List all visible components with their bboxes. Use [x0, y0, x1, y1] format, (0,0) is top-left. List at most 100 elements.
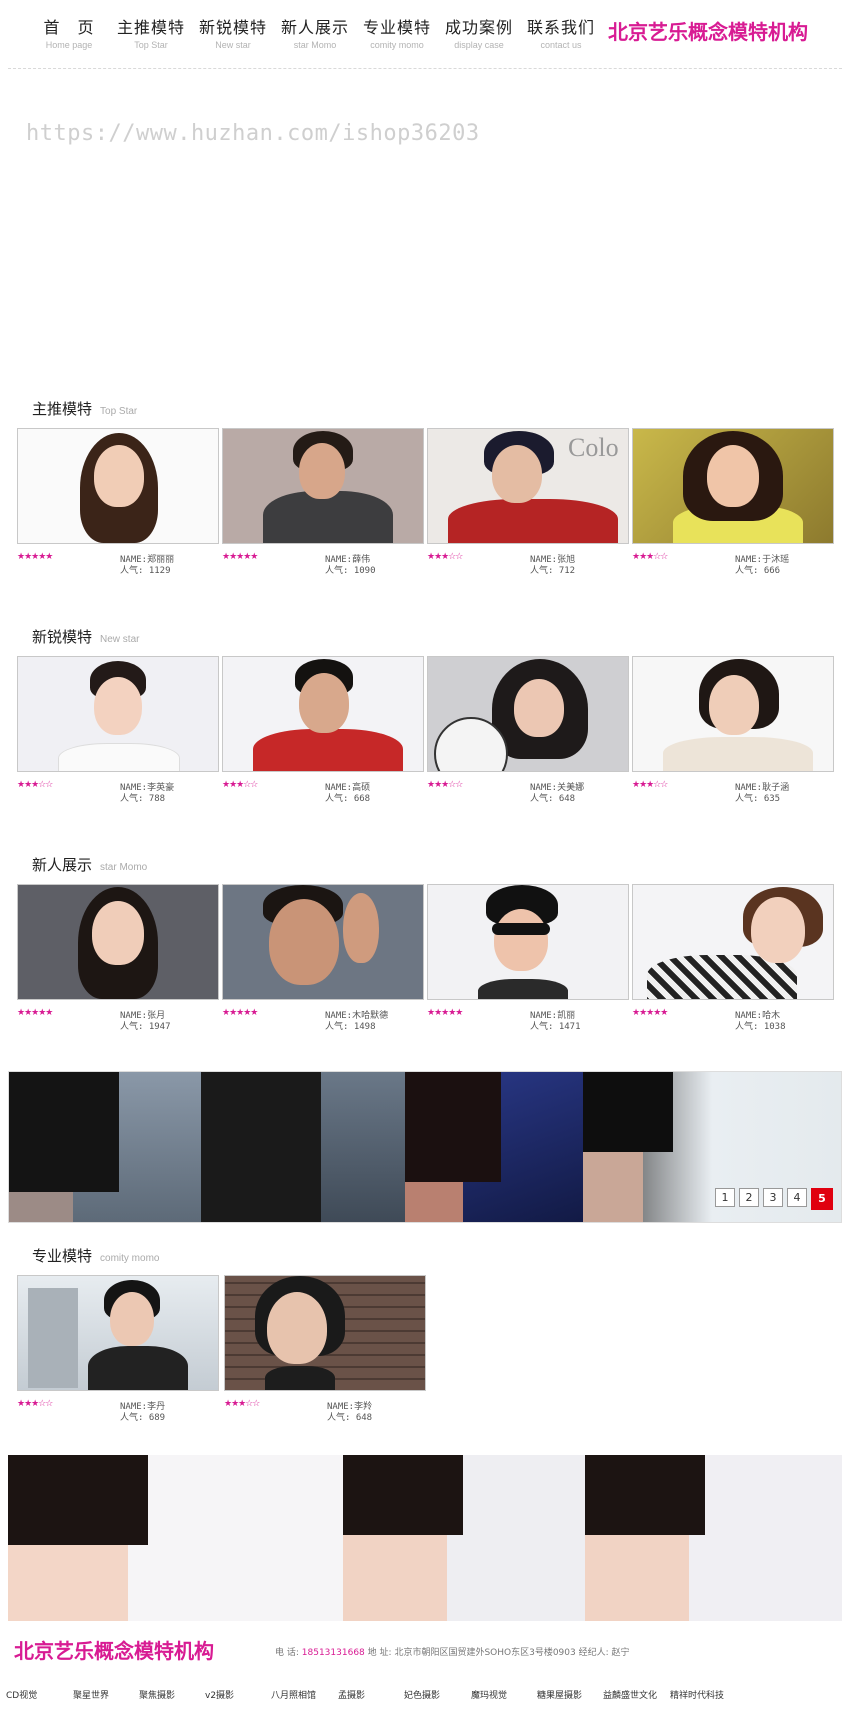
- model-meta: ★★★☆☆ NAME:高硕 人气: 668: [222, 780, 424, 810]
- agent-label: 经纪人:: [578, 1648, 609, 1658]
- model-photo[interactable]: [17, 1275, 219, 1391]
- section-subtitle: Top Star: [100, 406, 138, 417]
- model-card[interactable]: ★★★☆☆ NAME:李羚 人气: 648: [224, 1275, 426, 1429]
- nav-sublabel: Home page: [45, 40, 93, 50]
- model-card[interactable]: ★★★☆☆ NAME:关美娜 人气: 648: [427, 656, 629, 810]
- nav-home[interactable]: 首 页 Home page: [28, 18, 110, 52]
- model-meta: ★★★★★ NAME:郑丽丽 人气: 1129: [17, 552, 219, 582]
- friend-link[interactable]: 八月照相馆: [271, 1688, 338, 1701]
- model-meta: ★★★☆☆ NAME:李丹 人气: 689: [17, 1399, 219, 1429]
- friend-link[interactable]: 精祥时代科技: [670, 1688, 736, 1701]
- nav-top-star[interactable]: 主推模特 Top Star: [110, 18, 192, 52]
- model-card[interactable]: ★★★★★ NAME:郑丽丽 人气: 1129: [17, 428, 219, 582]
- model-card[interactable]: ★★★☆☆ NAME:于沐瑶 人气: 666: [632, 428, 834, 582]
- site-header: 首 页 Home page 主推模特 Top Star 新锐模特 New star 新…: [0, 0, 850, 70]
- friend-link[interactable]: 益麟盛世文化: [603, 1688, 670, 1701]
- model-card[interactable]: ★★★☆☆ NAME:李丹 人气: 689: [17, 1275, 219, 1429]
- model-photo[interactable]: [632, 428, 834, 544]
- banner-photo: [585, 1455, 842, 1621]
- model-cards: ★★★★★ NAME:张月 人气: 1947 ★★★★★ NAME:木哈默德 人…: [17, 884, 837, 1038]
- model-photo[interactable]: [17, 656, 219, 772]
- model-popularity: 人气: 666: [735, 566, 781, 576]
- model-card[interactable]: ★★★☆☆ NAME:高硕 人气: 668: [222, 656, 424, 810]
- section-star-momo: 新人展示 star Momo ★★★★★ NAME:张月 人气: 1947 ★★★…: [0, 854, 850, 1044]
- model-photo[interactable]: Colo: [427, 428, 629, 544]
- model-card[interactable]: ★★★★★ NAME:木哈默德 人气: 1498: [222, 884, 424, 1038]
- pager-page-4[interactable]: 4: [787, 1188, 807, 1207]
- model-popularity: 人气: 648: [327, 1413, 373, 1423]
- rating-stars: ★★★★★: [222, 552, 258, 562]
- phone-label: 电 话:: [275, 1648, 299, 1658]
- model-popularity: 人气: 668: [325, 794, 371, 804]
- model-photo[interactable]: [17, 428, 219, 544]
- model-card[interactable]: Colo ★★★☆☆ NAME:张旭 人气: 712: [427, 428, 629, 582]
- model-cards: ★★★☆☆ NAME:李丹 人气: 689 ★★★☆☆ NAME:李羚 人气: …: [17, 1275, 429, 1429]
- rating-stars: ★★★☆☆: [427, 780, 463, 790]
- friend-link[interactable]: CD视觉: [6, 1688, 73, 1701]
- pager-page-1[interactable]: 1: [715, 1188, 735, 1207]
- section-title-text: 主推模特: [32, 400, 93, 418]
- model-popularity: 人气: 1498: [325, 1022, 376, 1032]
- pager-page-5-active[interactable]: 5: [811, 1188, 833, 1210]
- section-title: 新锐模特 New star: [32, 626, 139, 647]
- pager-page-3[interactable]: 3: [763, 1188, 783, 1207]
- model-photo[interactable]: [632, 656, 834, 772]
- fashion-banner-slider[interactable]: 1 2 3 4 5: [8, 1071, 842, 1223]
- brand-logo[interactable]: 北京艺乐概念模特机构: [608, 16, 808, 45]
- model-meta: ★★★☆☆ NAME:于沐瑶 人气: 666: [632, 552, 834, 582]
- nav-star-momo[interactable]: 新人展示 star Momo: [274, 18, 356, 52]
- footer-contact-info: 电 话: 18513131668 地 址: 北京市朝阳区国贸建外SOHO东区3号…: [275, 1645, 630, 1658]
- rating-stars: ★★★★★: [222, 1008, 258, 1018]
- nav-label: 专业模特: [362, 18, 431, 37]
- model-card[interactable]: ★★★☆☆ NAME:李英豪 人气: 788: [17, 656, 219, 810]
- nav-label: 新人展示: [280, 18, 349, 37]
- model-photo[interactable]: [222, 884, 424, 1000]
- model-meta: ★★★☆☆ NAME:关美娜 人气: 648: [427, 780, 629, 810]
- section-title: 新人展示 star Momo: [32, 854, 147, 875]
- model-photo[interactable]: [222, 656, 424, 772]
- model-meta: ★★★★★ NAME:哈木 人气: 1038: [632, 1008, 834, 1038]
- friend-link[interactable]: 魔玛视觉: [471, 1688, 537, 1701]
- nav-comity-momo[interactable]: 专业模特 comity momo: [356, 18, 438, 52]
- model-meta: ★★★★★ NAME:薛伟 人气: 1090: [222, 552, 424, 582]
- rating-stars: ★★★★★: [17, 1008, 53, 1018]
- model-popularity: 人气: 635: [735, 794, 781, 804]
- model-photo[interactable]: [427, 656, 629, 772]
- model-card[interactable]: ★★★☆☆ NAME:耿子涵 人气: 635: [632, 656, 834, 810]
- nav-label: 新锐模特: [198, 18, 267, 37]
- rating-stars: ★★★★★: [632, 1008, 668, 1018]
- nav-new-star[interactable]: 新锐模特 New star: [192, 18, 274, 52]
- friend-link[interactable]: 聚焦摄影: [139, 1688, 205, 1701]
- model-meta: ★★★☆☆ NAME:李英豪 人气: 788: [17, 780, 219, 810]
- section-title: 主推模特 Top Star: [32, 398, 137, 419]
- model-card[interactable]: ★★★★★ NAME:薛伟 人气: 1090: [222, 428, 424, 582]
- rating-stars: ★★★★★: [17, 552, 53, 562]
- model-card[interactable]: ★★★★★ NAME:凯丽 人气: 1471: [427, 884, 629, 1038]
- section-top-star: 主推模特 Top Star ★★★★★ NAME:郑丽丽 人气: 1129 ★★★…: [0, 398, 850, 588]
- section-title-text: 新人展示: [32, 856, 93, 874]
- friend-link[interactable]: 糖果屋摄影: [537, 1688, 603, 1701]
- nav-contact-us[interactable]: 联系我们 contact us: [520, 18, 602, 52]
- model-photo[interactable]: [17, 884, 219, 1000]
- model-card[interactable]: ★★★★★ NAME:张月 人气: 1947: [17, 884, 219, 1038]
- banner-photo: [405, 1072, 583, 1222]
- nav-sublabel: contact us: [540, 40, 582, 50]
- friend-link[interactable]: 孟摄影: [338, 1688, 404, 1701]
- model-photo[interactable]: [222, 428, 424, 544]
- rating-stars: ★★★☆☆: [632, 552, 668, 562]
- section-subtitle: comity momo: [100, 1253, 160, 1264]
- friend-link[interactable]: v2摄影: [205, 1688, 271, 1701]
- section-title-text: 新锐模特: [32, 628, 93, 646]
- nav-display-case[interactable]: 成功案例 display case: [438, 18, 520, 52]
- model-card[interactable]: ★★★★★ NAME:哈木 人气: 1038: [632, 884, 834, 1038]
- friend-link[interactable]: 聚星世界: [73, 1688, 139, 1701]
- model-photo[interactable]: [224, 1275, 426, 1391]
- friend-link[interactable]: 妃色摄影: [404, 1688, 471, 1701]
- model-meta: ★★★★★ NAME:木哈默德 人气: 1498: [222, 1008, 424, 1038]
- pager-page-2[interactable]: 2: [739, 1188, 759, 1207]
- banner-photo: [9, 1072, 201, 1222]
- model-photo[interactable]: [632, 884, 834, 1000]
- footer-brand-logo[interactable]: 北京艺乐概念模特机构: [14, 1635, 214, 1664]
- address-text: 北京市朝阳区国贸建外SOHO东区3号楼0903: [394, 1648, 576, 1658]
- model-photo[interactable]: [427, 884, 629, 1000]
